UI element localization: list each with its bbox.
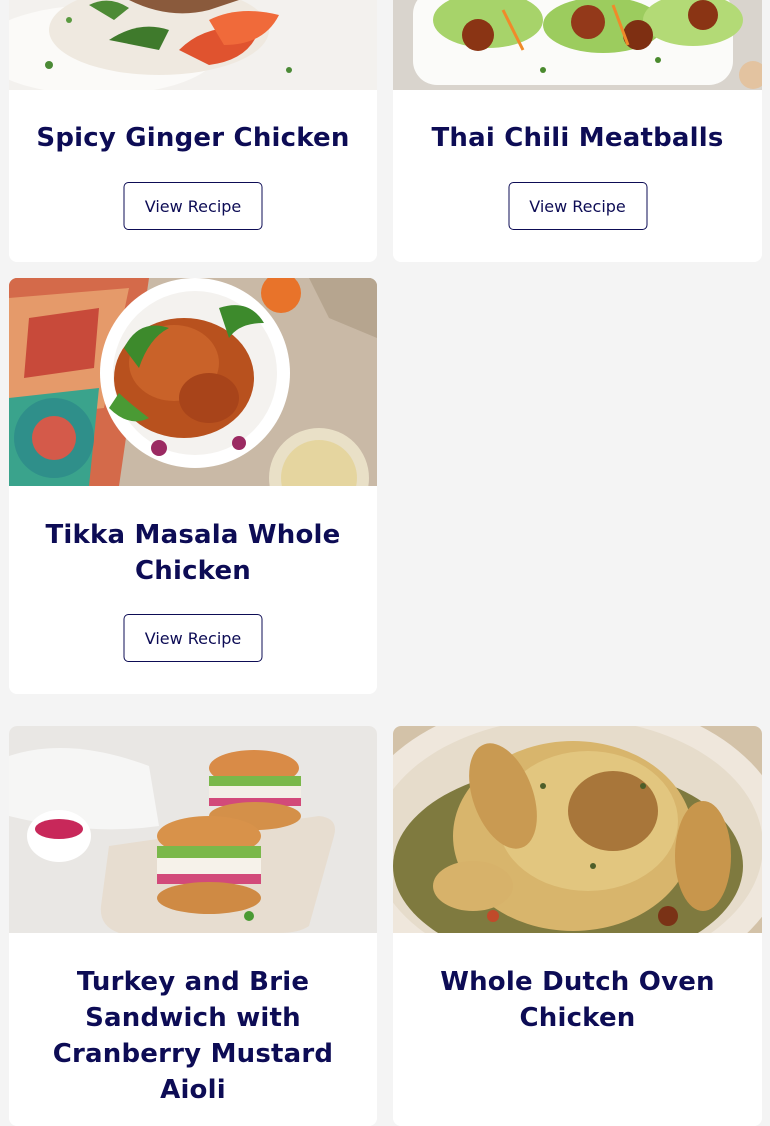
recipe-title[interactable]: Turkey and Brie Sandwich with Cranberry … — [29, 964, 357, 1108]
recipe-image[interactable] — [9, 726, 377, 933]
recipe-card-tikka-masala-whole-chicken[interactable]: Tikka Masala Whole Chicken View Recipe — [9, 278, 377, 694]
recipe-image[interactable] — [393, 0, 762, 90]
recipe-card-whole-dutch-oven-chicken[interactable]: Whole Dutch Oven Chicken — [393, 726, 762, 1126]
recipe-card-thai-chili-meatballs[interactable]: Thai Chili Meatballs View Recipe — [393, 0, 762, 262]
view-recipe-button[interactable]: View Recipe — [508, 182, 647, 230]
view-recipe-button[interactable]: View Recipe — [123, 614, 263, 662]
recipe-image[interactable] — [9, 278, 377, 486]
recipe-image[interactable] — [9, 0, 377, 90]
recipe-card-spicy-ginger-chicken[interactable]: Spicy Ginger Chicken View Recipe — [9, 0, 377, 262]
view-recipe-button[interactable]: View Recipe — [123, 182, 263, 230]
recipe-image[interactable] — [393, 726, 762, 933]
recipe-title[interactable]: Thai Chili Meatballs — [413, 120, 742, 156]
recipe-title[interactable]: Spicy Ginger Chicken — [29, 120, 357, 156]
recipe-title[interactable]: Tikka Masala Whole Chicken — [29, 517, 357, 589]
recipe-title[interactable]: Whole Dutch Oven Chicken — [413, 964, 742, 1036]
recipe-card-turkey-and-brie-sandwich[interactable]: Turkey and Brie Sandwich with Cranberry … — [9, 726, 377, 1126]
